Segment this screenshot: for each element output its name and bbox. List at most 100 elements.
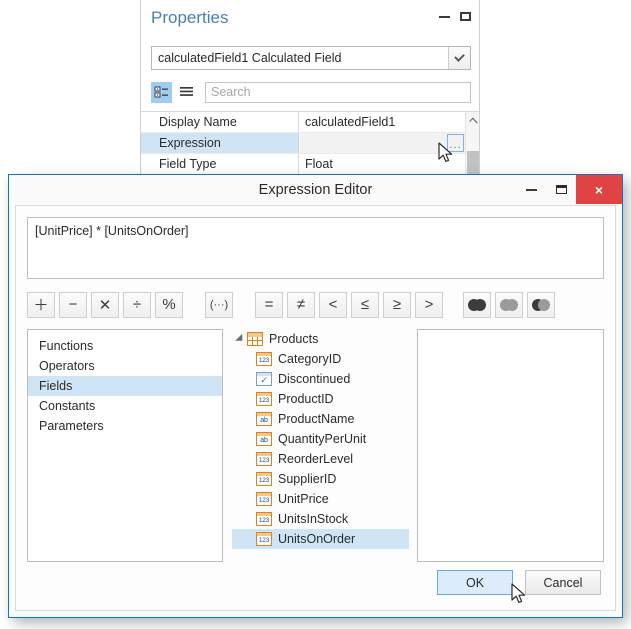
text-field-icon: ab: [256, 432, 272, 446]
tree-node-label: UnitsInStock: [278, 512, 349, 526]
screen-root: Properties calculatedField1 Calculated F…: [0, 0, 631, 629]
property-value[interactable]: calculatedField1: [299, 112, 479, 132]
properties-window: Properties calculatedField1 Calculated F…: [140, 0, 480, 176]
or-operator-button[interactable]: [495, 291, 523, 318]
chevron-down-icon[interactable]: [448, 47, 470, 69]
category-list[interactable]: Functions Operators Fields Constants Par…: [27, 329, 223, 562]
subtract-operator-button[interactable]: −: [59, 291, 87, 318]
tree-node-productid[interactable]: 123 ProductID: [232, 389, 409, 409]
maximize-icon[interactable]: [460, 12, 471, 21]
tree-node-reorderlevel[interactable]: 123 ReorderLevel: [232, 449, 409, 469]
table-icon: [247, 332, 263, 346]
expression-editor-window: Expression Editor × [UnitPrice] * [Units…: [8, 174, 623, 618]
parentheses-button[interactable]: (···): [205, 291, 233, 318]
tree-node-productname[interactable]: ab ProductName: [232, 409, 409, 429]
property-value[interactable]: Float: [299, 154, 479, 174]
properties-window-controls: [439, 12, 471, 21]
tree-node-supplierid[interactable]: 123 SupplierID: [232, 469, 409, 489]
list-item[interactable]: Parameters: [28, 416, 222, 436]
list-item[interactable]: Constants: [28, 396, 222, 416]
tree-node-label: Products: [269, 332, 319, 346]
list-item[interactable]: Operators: [28, 356, 222, 376]
property-name: Field Type: [141, 154, 299, 174]
divide-operator-button[interactable]: ÷: [123, 291, 151, 318]
tree-node-label: UnitsOnOrder: [278, 532, 356, 546]
not-operator-button[interactable]: [527, 291, 555, 318]
scrollbar-thumb[interactable]: [467, 151, 479, 175]
multiply-operator-button[interactable]: ✕: [91, 291, 119, 318]
expression-editor-titlebar: Expression Editor ×: [9, 175, 622, 204]
minimize-icon[interactable]: [439, 15, 450, 18]
expression-textarea[interactable]: [UnitPrice] * [UnitsOnOrder]: [27, 217, 604, 279]
object-selector-combobox[interactable]: calculatedField1 Calculated Field: [151, 46, 471, 70]
expression-editor-body: [UnitPrice] * [UnitsOnOrder] ＋ − ✕ ÷ % (…: [15, 205, 616, 611]
tree-node-quantityperunit[interactable]: ab QuantityPerUnit: [232, 429, 409, 449]
tree-node-products[interactable]: Products: [232, 329, 409, 349]
operator-toolbar: ＋ − ✕ ÷ % (···) = ≠ < ≤ ≥ >: [27, 288, 604, 321]
dialog-footer: OK Cancel: [16, 562, 615, 610]
add-operator-button[interactable]: ＋: [27, 291, 55, 318]
field-tree[interactable]: Products 123 CategoryID ✓ Discontinued 1…: [232, 329, 409, 562]
tree-node-unitsonorder[interactable]: 123 UnitsOnOrder: [232, 529, 409, 549]
venn-or-icon: [500, 298, 518, 311]
properties-window-title: Properties: [151, 8, 229, 27]
scroll-up-icon[interactable]: [466, 112, 479, 128]
number-field-icon: 123: [256, 472, 272, 486]
venn-not-icon: [532, 298, 550, 311]
number-field-icon: 123: [256, 532, 272, 546]
tree-node-label: Discontinued: [278, 372, 351, 386]
less-than-operator-button[interactable]: <: [319, 291, 347, 318]
field-tree-scroll: Products 123 CategoryID ✓ Discontinued 1…: [232, 329, 409, 562]
and-operator-button[interactable]: [463, 291, 491, 318]
window-controls: ×: [516, 175, 622, 204]
list-item[interactable]: Fields: [28, 376, 222, 396]
close-icon[interactable]: ×: [576, 175, 622, 204]
tree-node-label: QuantityPerUnit: [278, 432, 367, 446]
alphabetical-view-icon[interactable]: [176, 82, 197, 103]
expression-editor-title: Expression Editor: [258, 181, 373, 198]
table-row[interactable]: Field Type Float: [141, 154, 479, 175]
chevron-expander-icon[interactable]: [234, 333, 247, 345]
not-equal-operator-button[interactable]: ≠: [287, 291, 315, 318]
tree-node-label: ReorderLevel: [278, 452, 354, 466]
properties-grid: Display Name calculatedField1 Expression…: [141, 111, 479, 175]
close-glyph: ×: [594, 181, 604, 198]
cancel-button[interactable]: Cancel: [525, 570, 601, 595]
table-row[interactable]: Expression ...: [141, 133, 479, 154]
boolean-field-icon: ✓: [256, 372, 272, 386]
categorized-view-icon[interactable]: [151, 81, 172, 103]
minimize-icon[interactable]: [516, 175, 546, 204]
tree-node-categoryid[interactable]: 123 CategoryID: [232, 349, 409, 369]
tree-node-label: ProductName: [278, 412, 355, 426]
number-field-icon: 123: [256, 392, 272, 406]
properties-scrollbar[interactable]: [465, 112, 479, 175]
number-field-icon: 123: [256, 492, 272, 506]
ellipsis-button[interactable]: ...: [447, 134, 464, 152]
tree-node-label: CategoryID: [278, 352, 342, 366]
modulo-operator-button[interactable]: %: [155, 291, 183, 318]
tree-node-unitsinstock[interactable]: 123 UnitsInStock: [232, 509, 409, 529]
editor-panels: Functions Operators Fields Constants Par…: [27, 329, 604, 562]
table-row[interactable]: Display Name calculatedField1: [141, 112, 479, 133]
greater-or-equal-operator-button[interactable]: ≥: [383, 291, 411, 318]
description-panel: [417, 329, 604, 562]
search-input[interactable]: Search: [205, 81, 471, 103]
property-name: Display Name: [141, 112, 299, 132]
ok-button[interactable]: OK: [437, 570, 513, 595]
tree-node-discontinued[interactable]: ✓ Discontinued: [232, 369, 409, 389]
number-field-icon: 123: [256, 352, 272, 366]
property-value[interactable]: ...: [299, 133, 479, 153]
tree-node-label: SupplierID: [278, 472, 337, 486]
number-field-icon: 123: [256, 512, 272, 526]
tree-node-label: UnitPrice: [278, 492, 329, 506]
equal-operator-button[interactable]: =: [255, 291, 283, 318]
greater-than-operator-button[interactable]: >: [415, 291, 443, 318]
object-selector-value: calculatedField1 Calculated Field: [158, 51, 342, 65]
property-name: Expression: [141, 133, 299, 153]
number-field-icon: 123: [256, 452, 272, 466]
less-or-equal-operator-button[interactable]: ≤: [351, 291, 379, 318]
tree-node-label: ProductID: [278, 392, 334, 406]
tree-node-unitprice[interactable]: 123 UnitPrice: [232, 489, 409, 509]
list-item[interactable]: Functions: [28, 336, 222, 356]
maximize-icon[interactable]: [546, 175, 576, 204]
